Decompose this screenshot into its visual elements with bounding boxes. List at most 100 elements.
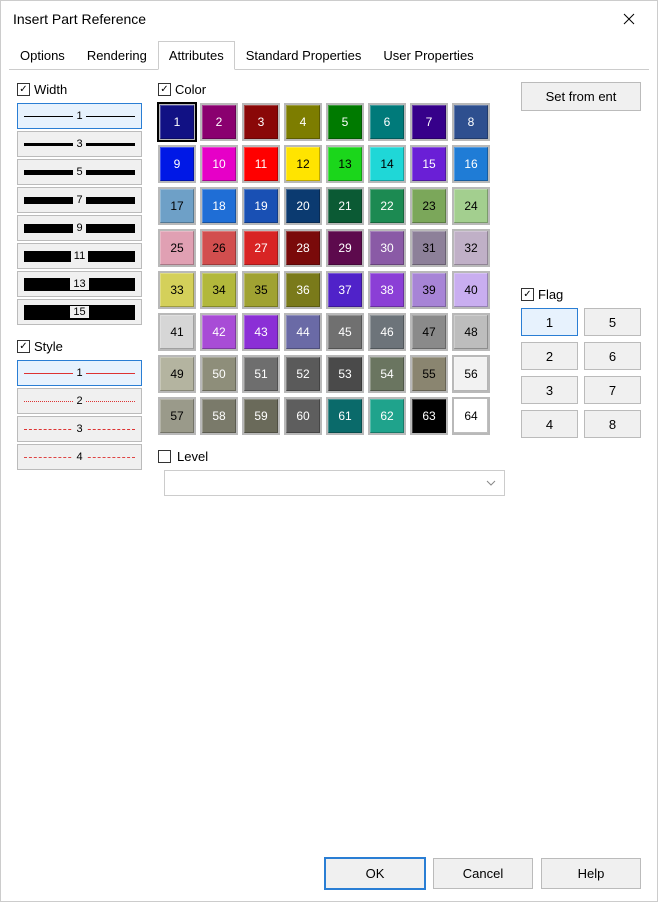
color-swatch-30[interactable]: 30	[368, 229, 406, 267]
color-swatch-1[interactable]: 1	[158, 103, 196, 141]
color-swatch-16[interactable]: 16	[452, 145, 490, 183]
flag-option-6[interactable]: 6	[584, 342, 641, 370]
color-swatch-43[interactable]: 43	[242, 313, 280, 351]
tab-standard-properties[interactable]: Standard Properties	[235, 41, 373, 69]
flag-option-3[interactable]: 3	[521, 376, 578, 404]
color-swatch-25[interactable]: 25	[158, 229, 196, 267]
flag-option-2[interactable]: 2	[521, 342, 578, 370]
color-swatch-15[interactable]: 15	[410, 145, 448, 183]
width-option-11[interactable]: 11	[17, 243, 142, 269]
color-swatch-5[interactable]: 5	[326, 103, 364, 141]
color-swatch-27[interactable]: 27	[242, 229, 280, 267]
color-swatch-18[interactable]: 18	[200, 187, 238, 225]
color-swatch-28[interactable]: 28	[284, 229, 322, 267]
color-swatch-61[interactable]: 61	[326, 397, 364, 435]
color-swatch-46[interactable]: 46	[368, 313, 406, 351]
color-swatch-22[interactable]: 22	[368, 187, 406, 225]
close-button[interactable]	[609, 5, 649, 33]
width-option-15[interactable]: 15	[17, 299, 142, 325]
color-swatch-20[interactable]: 20	[284, 187, 322, 225]
width-option-13[interactable]: 13	[17, 271, 142, 297]
style-checkbox[interactable]	[17, 340, 30, 353]
color-swatch-36[interactable]: 36	[284, 271, 322, 309]
ok-button[interactable]: OK	[325, 858, 425, 889]
style-option-2[interactable]: 2	[17, 388, 142, 414]
color-swatch-26[interactable]: 26	[200, 229, 238, 267]
style-option-1[interactable]: 1	[17, 360, 142, 386]
help-button[interactable]: Help	[541, 858, 641, 889]
color-swatch-34[interactable]: 34	[200, 271, 238, 309]
color-swatch-10[interactable]: 10	[200, 145, 238, 183]
color-swatch-51[interactable]: 51	[242, 355, 280, 393]
color-swatch-24[interactable]: 24	[452, 187, 490, 225]
style-option-4[interactable]: 4	[17, 444, 142, 470]
color-swatch-48[interactable]: 48	[452, 313, 490, 351]
cancel-button[interactable]: Cancel	[433, 858, 533, 889]
color-swatch-32[interactable]: 32	[452, 229, 490, 267]
style-option-3[interactable]: 3	[17, 416, 142, 442]
color-swatch-2[interactable]: 2	[200, 103, 238, 141]
flag-option-5[interactable]: 5	[584, 308, 641, 336]
color-swatch-3[interactable]: 3	[242, 103, 280, 141]
color-swatch-47[interactable]: 47	[410, 313, 448, 351]
color-swatch-29[interactable]: 29	[326, 229, 364, 267]
width-option-9[interactable]: 9	[17, 215, 142, 241]
color-swatch-4[interactable]: 4	[284, 103, 322, 141]
color-checkbox[interactable]	[158, 83, 171, 96]
color-swatch-17[interactable]: 17	[158, 187, 196, 225]
color-swatch-49[interactable]: 49	[158, 355, 196, 393]
color-swatch-6[interactable]: 6	[368, 103, 406, 141]
color-swatch-64[interactable]: 64	[452, 397, 490, 435]
color-swatch-35[interactable]: 35	[242, 271, 280, 309]
color-swatch-9[interactable]: 9	[158, 145, 196, 183]
flag-option-4[interactable]: 4	[521, 410, 578, 438]
level-checkbox[interactable]	[158, 450, 171, 463]
tab-attributes[interactable]: Attributes	[158, 41, 235, 70]
color-swatch-59[interactable]: 59	[242, 397, 280, 435]
color-swatch-62[interactable]: 62	[368, 397, 406, 435]
color-swatch-57[interactable]: 57	[158, 397, 196, 435]
width-checkbox[interactable]	[17, 83, 30, 96]
color-swatch-38[interactable]: 38	[368, 271, 406, 309]
color-swatch-19[interactable]: 19	[242, 187, 280, 225]
color-swatch-37[interactable]: 37	[326, 271, 364, 309]
color-swatch-23[interactable]: 23	[410, 187, 448, 225]
color-swatch-56[interactable]: 56	[452, 355, 490, 393]
color-swatch-52[interactable]: 52	[284, 355, 322, 393]
color-swatch-13[interactable]: 13	[326, 145, 364, 183]
color-swatch-54[interactable]: 54	[368, 355, 406, 393]
color-swatch-14[interactable]: 14	[368, 145, 406, 183]
width-option-3[interactable]: 3	[17, 131, 142, 157]
color-swatch-53[interactable]: 53	[326, 355, 364, 393]
flag-option-7[interactable]: 7	[584, 376, 641, 404]
flag-option-1[interactable]: 1	[521, 308, 578, 336]
color-swatch-45[interactable]: 45	[326, 313, 364, 351]
width-option-1[interactable]: 1	[17, 103, 142, 129]
color-swatch-33[interactable]: 33	[158, 271, 196, 309]
color-swatch-7[interactable]: 7	[410, 103, 448, 141]
color-swatch-42[interactable]: 42	[200, 313, 238, 351]
level-select[interactable]	[164, 470, 505, 496]
color-swatch-55[interactable]: 55	[410, 355, 448, 393]
set-from-ent-button[interactable]: Set from ent	[521, 82, 641, 111]
color-swatch-60[interactable]: 60	[284, 397, 322, 435]
flag-checkbox[interactable]	[521, 288, 534, 301]
color-swatch-63[interactable]: 63	[410, 397, 448, 435]
flag-option-8[interactable]: 8	[584, 410, 641, 438]
tab-user-properties[interactable]: User Properties	[372, 41, 484, 69]
color-swatch-44[interactable]: 44	[284, 313, 322, 351]
width-option-5[interactable]: 5	[17, 159, 142, 185]
color-swatch-12[interactable]: 12	[284, 145, 322, 183]
color-swatch-8[interactable]: 8	[452, 103, 490, 141]
color-swatch-58[interactable]: 58	[200, 397, 238, 435]
color-swatch-50[interactable]: 50	[200, 355, 238, 393]
color-swatch-41[interactable]: 41	[158, 313, 196, 351]
tab-options[interactable]: Options	[9, 41, 76, 69]
color-swatch-39[interactable]: 39	[410, 271, 448, 309]
color-swatch-31[interactable]: 31	[410, 229, 448, 267]
width-option-7[interactable]: 7	[17, 187, 142, 213]
color-swatch-21[interactable]: 21	[326, 187, 364, 225]
tab-rendering[interactable]: Rendering	[76, 41, 158, 69]
color-swatch-40[interactable]: 40	[452, 271, 490, 309]
color-swatch-11[interactable]: 11	[242, 145, 280, 183]
